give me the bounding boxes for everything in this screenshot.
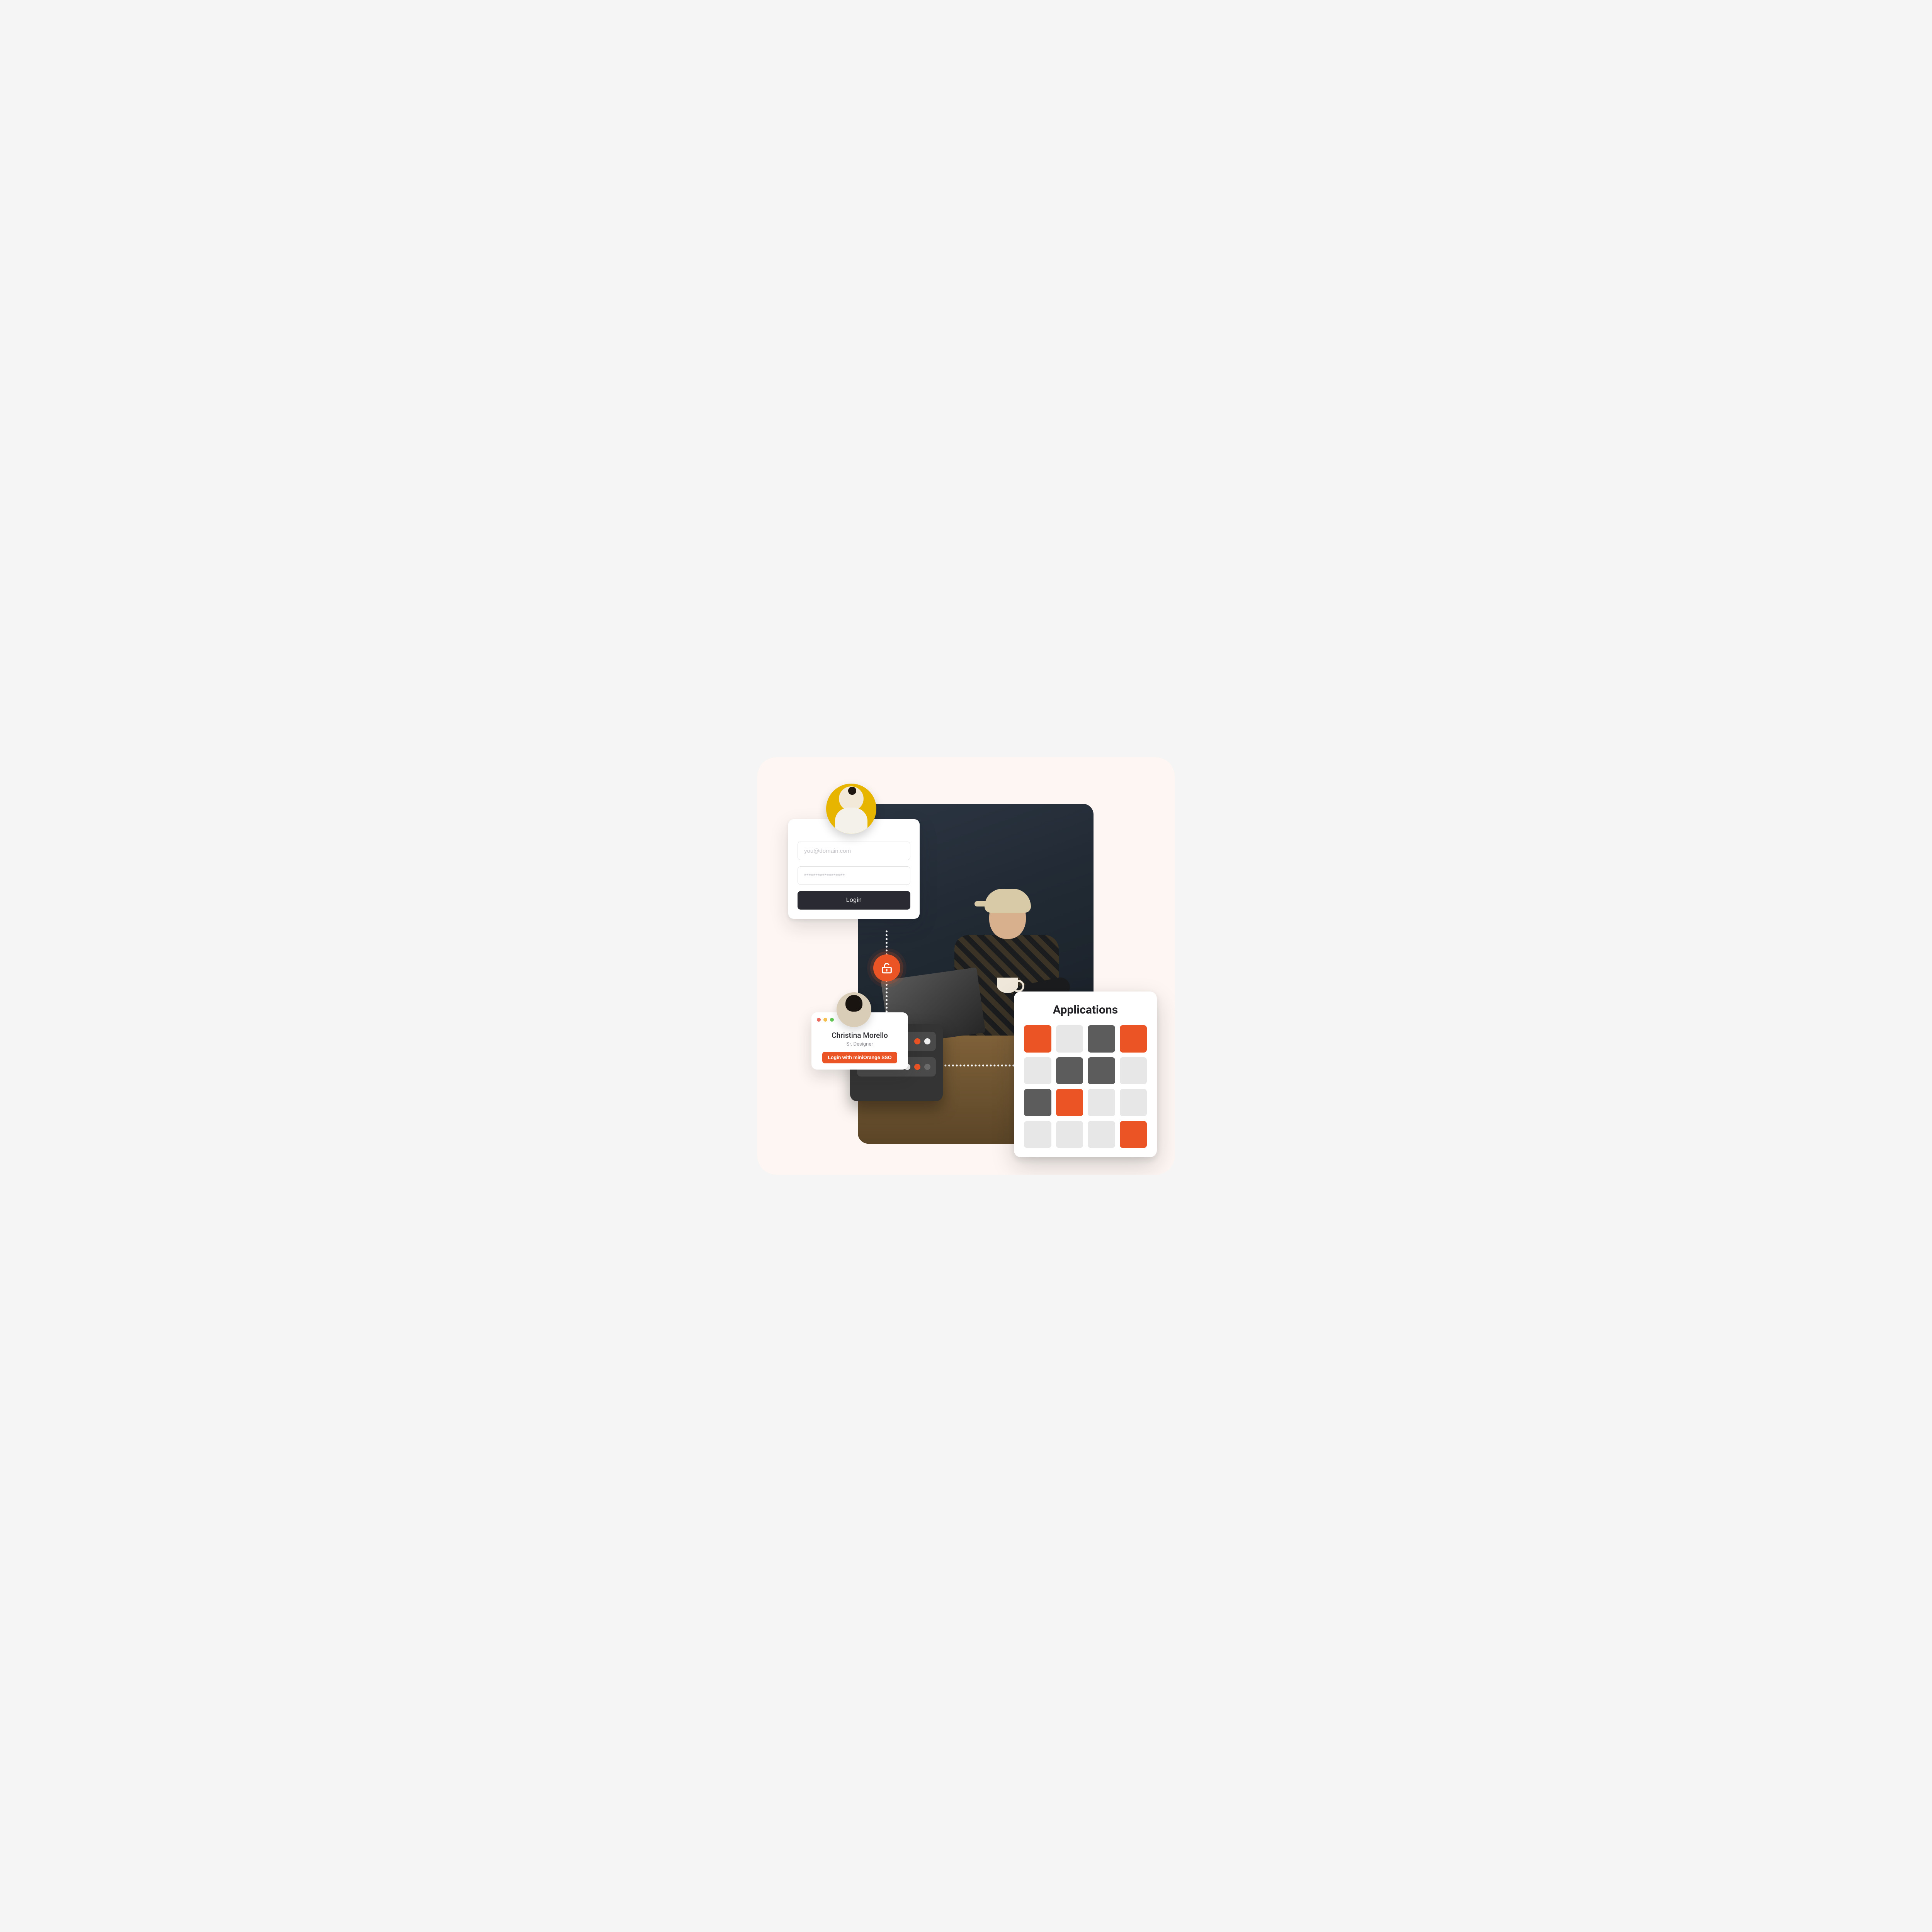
application-tile[interactable]: [1088, 1121, 1115, 1148]
application-tile[interactable]: [1088, 1025, 1115, 1053]
marketing-illustration: Login Christina Morello Sr. Designer Log…: [757, 757, 1175, 1175]
status-dot-icon: [924, 1064, 930, 1070]
status-dot-icon: [914, 1064, 920, 1070]
application-tile[interactable]: [1056, 1121, 1083, 1148]
login-button[interactable]: Login: [798, 891, 910, 910]
application-tile[interactable]: [1120, 1057, 1147, 1085]
application-tile[interactable]: [1024, 1057, 1051, 1085]
application-tile[interactable]: [1056, 1089, 1083, 1116]
applications-grid: [1024, 1025, 1147, 1148]
email-field[interactable]: [798, 842, 910, 860]
login-card: Login: [788, 819, 920, 919]
application-tile[interactable]: [1120, 1121, 1147, 1148]
application-tile[interactable]: [1024, 1089, 1051, 1116]
status-dot-icon: [924, 1038, 930, 1044]
avatar: [826, 784, 876, 834]
application-tile[interactable]: [1120, 1089, 1147, 1116]
avatar: [837, 992, 871, 1027]
close-icon[interactable]: [817, 1018, 821, 1022]
coffee-cup-illustration: [997, 978, 1018, 993]
application-tile[interactable]: [1088, 1057, 1115, 1085]
application-tile[interactable]: [1024, 1121, 1051, 1148]
password-field[interactable]: [798, 866, 910, 885]
applications-card: Applications: [1014, 992, 1157, 1157]
application-tile[interactable]: [1056, 1025, 1083, 1053]
maximize-icon[interactable]: [830, 1018, 834, 1022]
application-tile[interactable]: [1056, 1057, 1083, 1085]
user-name: Christina Morello: [818, 1031, 901, 1040]
unlock-icon: [873, 954, 900, 981]
window-controls: [817, 1018, 834, 1022]
application-tile[interactable]: [1120, 1025, 1147, 1053]
connector-horizontal: [933, 1065, 1022, 1066]
application-tile[interactable]: [1024, 1025, 1051, 1053]
user-role: Sr. Designer: [818, 1041, 901, 1047]
applications-title: Applications: [1024, 1003, 1147, 1017]
application-tile[interactable]: [1088, 1089, 1115, 1116]
status-dot-icon: [914, 1038, 920, 1044]
sso-login-button[interactable]: Login with miniOrange SSO: [822, 1052, 897, 1063]
minimize-icon[interactable]: [823, 1018, 827, 1022]
